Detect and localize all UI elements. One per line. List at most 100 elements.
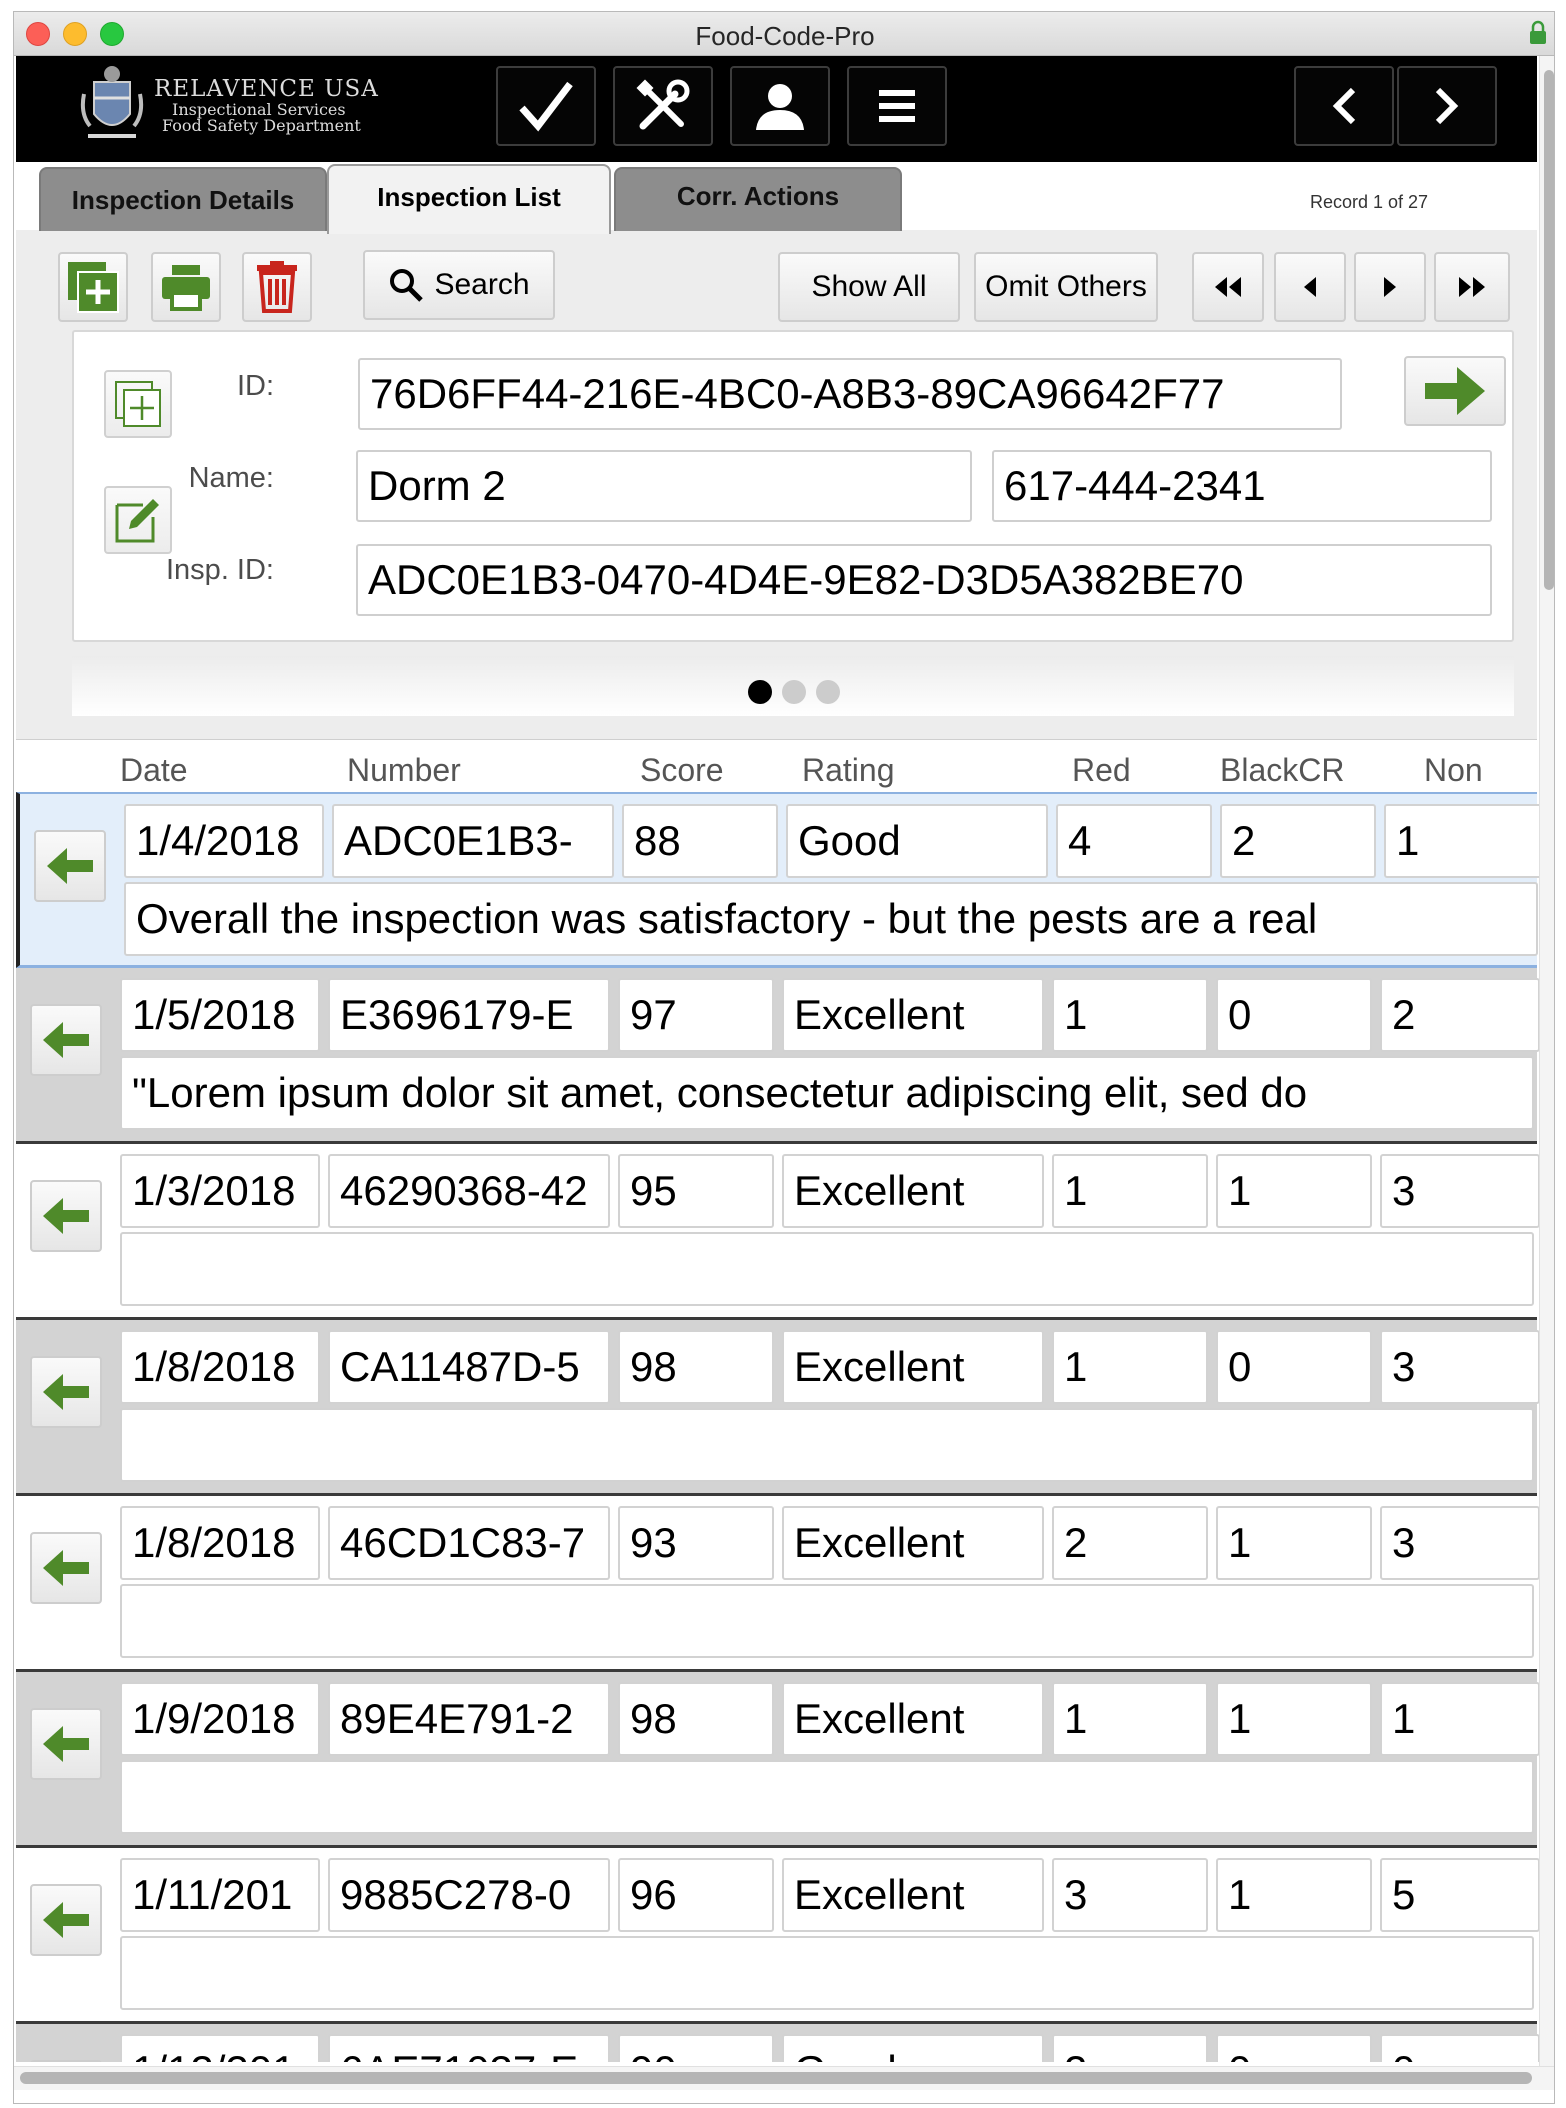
cell-blackcr[interactable]: 1 xyxy=(1216,1154,1372,1228)
horizontal-scroll-thumb[interactable] xyxy=(20,2072,1532,2084)
cell-red[interactable]: 3 xyxy=(1052,1858,1208,1932)
open-row-button[interactable] xyxy=(30,1180,102,1252)
cell-score[interactable]: 93 xyxy=(618,1506,774,1580)
cell-red[interactable]: 1 xyxy=(1052,978,1208,1052)
cell-rating[interactable]: Excellent xyxy=(782,978,1044,1052)
new-record-button[interactable] xyxy=(58,252,128,322)
notes-field[interactable] xyxy=(120,1584,1534,1658)
table-row[interactable]: 1/4/2018 ADC0E1B3- 88 Good 4 2 1 Overall… xyxy=(16,792,1544,968)
menu-button[interactable] xyxy=(847,66,947,146)
cell-non[interactable]: 3 xyxy=(1380,1330,1540,1404)
user-button[interactable] xyxy=(730,66,830,146)
cell-red[interactable]: 1 xyxy=(1052,1682,1208,1756)
open-row-button[interactable] xyxy=(30,1884,102,1956)
cell-red[interactable]: 4 xyxy=(1056,804,1212,878)
id-field[interactable]: 76D6FF44-216E-4BC0-A8B3-89CA96642F77 xyxy=(358,358,1342,430)
cell-number[interactable]: 89E4E791-2 xyxy=(328,1682,610,1756)
vertical-scroll-thumb[interactable] xyxy=(1544,70,1554,590)
go-to-record-button[interactable] xyxy=(1404,356,1506,426)
cell-red[interactable]: 1 xyxy=(1052,1330,1208,1404)
cell-score[interactable]: 88 xyxy=(622,804,778,878)
cell-score[interactable]: 98 xyxy=(618,1330,774,1404)
cell-score[interactable]: 96 xyxy=(618,1858,774,1932)
cell-non[interactable]: 1 xyxy=(1380,1682,1540,1756)
previous-button[interactable] xyxy=(1294,66,1394,146)
cell-date[interactable]: 1/9/2018 xyxy=(120,1682,320,1756)
cell-rating[interactable]: Excellent xyxy=(782,1330,1044,1404)
cell-score[interactable]: 90 xyxy=(618,2034,774,2062)
cell-non[interactable]: 1 xyxy=(1384,804,1544,878)
cell-rating[interactable]: Good xyxy=(786,804,1048,878)
show-all-button[interactable]: Show All xyxy=(778,252,960,322)
cell-blackcr[interactable]: 1 xyxy=(1216,1682,1372,1756)
cell-red[interactable]: 1 xyxy=(1052,1154,1208,1228)
cell-date[interactable]: 1/8/2018 xyxy=(120,1330,320,1404)
notes-field[interactable]: "Lorem ipsum dolor sit amet, consectetur… xyxy=(120,1056,1534,1130)
tab-inspection-list[interactable]: Inspection List xyxy=(327,164,611,234)
cell-date[interactable]: 1/11/201 xyxy=(120,1858,320,1932)
search-button[interactable]: Search xyxy=(363,250,555,320)
cell-blackcr[interactable]: 0 xyxy=(1216,1330,1372,1404)
cell-date[interactable]: 1/5/2018 xyxy=(120,978,320,1052)
check-button[interactable] xyxy=(496,66,596,146)
open-row-button[interactable] xyxy=(30,1708,102,1780)
table-row[interactable]: 1/3/2018 46290368-42 95 Excellent 1 1 3 xyxy=(16,1144,1540,1320)
tab-inspection-details[interactable]: Inspection Details xyxy=(39,167,327,231)
notes-field[interactable] xyxy=(120,1408,1534,1482)
tools-button[interactable] xyxy=(613,66,713,146)
cell-score[interactable]: 98 xyxy=(618,1682,774,1756)
cell-red[interactable]: 2 xyxy=(1052,2034,1208,2062)
table-row[interactable]: 1/12/201 6AE71037-E 90 Good 2 0 0 xyxy=(16,2024,1540,2062)
cell-date[interactable]: 1/4/2018 xyxy=(124,804,324,878)
tab-corr-actions[interactable]: Corr. Actions xyxy=(614,167,902,231)
cell-non[interactable]: 0 xyxy=(1380,2034,1540,2062)
cell-number[interactable]: ADC0E1B3- xyxy=(332,804,614,878)
cell-non[interactable]: 3 xyxy=(1380,1154,1540,1228)
table-row[interactable]: 1/9/2018 89E4E791-2 98 Excellent 1 1 1 xyxy=(16,1672,1540,1848)
notes-field[interactable]: Overall the inspection was satisfactory … xyxy=(124,882,1538,956)
cell-blackcr[interactable]: 0 xyxy=(1216,2034,1372,2062)
open-row-button[interactable] xyxy=(34,830,106,902)
notes-field[interactable] xyxy=(120,1760,1534,1834)
cell-rating[interactable]: Excellent xyxy=(782,1154,1044,1228)
name-field[interactable]: Dorm 2 xyxy=(356,450,972,522)
page-dot-2[interactable] xyxy=(782,680,806,704)
cell-blackcr[interactable]: 0 xyxy=(1216,978,1372,1052)
cell-rating[interactable]: Excellent xyxy=(782,1682,1044,1756)
cell-rating[interactable]: Excellent xyxy=(782,1858,1044,1932)
cell-number[interactable]: 46CD1C83-7 xyxy=(328,1506,610,1580)
print-button[interactable] xyxy=(151,252,221,322)
page-dot-1[interactable] xyxy=(748,680,772,704)
next-button[interactable] xyxy=(1397,66,1497,146)
cell-score[interactable]: 97 xyxy=(618,978,774,1052)
cell-number[interactable]: CA11487D-5 xyxy=(328,1330,610,1404)
open-row-button[interactable] xyxy=(30,1004,102,1076)
notes-field[interactable] xyxy=(120,1232,1534,1306)
notes-field[interactable] xyxy=(120,1936,1534,2010)
omit-others-button[interactable]: Omit Others xyxy=(974,252,1158,322)
insp-id-field[interactable]: ADC0E1B3-0470-4D4E-9E82-D3D5A382BE70 xyxy=(356,544,1492,616)
cell-date[interactable]: 1/12/201 xyxy=(120,2034,320,2062)
cell-score[interactable]: 95 xyxy=(618,1154,774,1228)
table-row[interactable]: 1/8/2018 CA11487D-5 98 Excellent 1 0 3 xyxy=(16,1320,1540,1496)
table-row[interactable]: 1/11/201 9885C278-0 96 Excellent 3 1 5 xyxy=(16,1848,1540,2024)
edit-button[interactable] xyxy=(104,486,172,554)
table-row[interactable]: 1/5/2018 E3696179-E 97 Excellent 1 0 2 "… xyxy=(16,968,1540,1144)
cell-red[interactable]: 2 xyxy=(1052,1506,1208,1580)
prev-record-button[interactable] xyxy=(1274,252,1346,322)
first-record-button[interactable] xyxy=(1192,252,1264,322)
cell-rating[interactable]: Excellent xyxy=(782,1506,1044,1580)
cell-number[interactable]: 9885C278-0 xyxy=(328,1858,610,1932)
cell-blackcr[interactable]: 2 xyxy=(1220,804,1376,878)
cell-rating[interactable]: Good xyxy=(782,2034,1044,2062)
open-row-button[interactable] xyxy=(30,1532,102,1604)
cell-number[interactable]: E3696179-E xyxy=(328,978,610,1052)
delete-button[interactable] xyxy=(242,252,312,322)
cell-date[interactable]: 1/3/2018 xyxy=(120,1154,320,1228)
page-dot-3[interactable] xyxy=(816,680,840,704)
open-row-button[interactable] xyxy=(30,2060,102,2062)
open-row-button[interactable] xyxy=(30,1356,102,1428)
cell-non[interactable]: 3 xyxy=(1380,1506,1540,1580)
cell-number[interactable]: 46290368-42 xyxy=(328,1154,610,1228)
cell-non[interactable]: 5 xyxy=(1380,1858,1540,1932)
